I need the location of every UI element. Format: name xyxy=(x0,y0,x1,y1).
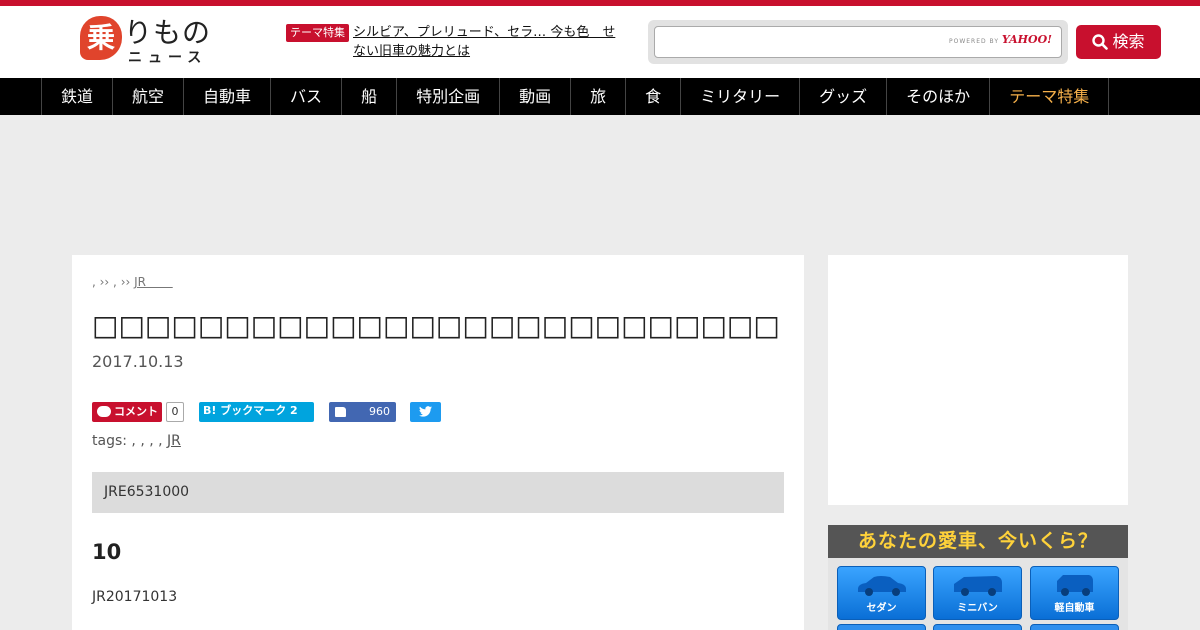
article-date: 2017.10.13 xyxy=(92,352,184,371)
article-title: □□□□□□□□□□□□□□□□□□□□□□□□□□□□□□JR□□□ xyxy=(92,309,782,342)
logo-wordmark: りもの xyxy=(124,16,212,49)
thumbs-up-icon xyxy=(335,407,346,417)
breadcrumb: , ›› , ›› JR xyxy=(92,275,173,289)
nav-item-goods[interactable]: グッズ xyxy=(800,78,888,115)
nav-item-food[interactable]: 食 xyxy=(626,78,682,115)
breadcrumb-separator: ›› xyxy=(120,275,131,289)
comment-label: コメント xyxy=(114,405,158,418)
twitter-bird-icon xyxy=(419,406,432,417)
search-icon xyxy=(1092,34,1109,50)
sedan-icon xyxy=(858,576,906,596)
powered-by-label: POWERED BY xyxy=(948,38,999,45)
logo-subtitle: ニュース xyxy=(128,50,208,66)
nav-item-aviation[interactable]: 航空 xyxy=(113,78,185,115)
car-type-kei-button[interactable]: 軽自動車 xyxy=(1030,566,1119,620)
breadcrumb-link-underline[interactable] xyxy=(146,275,173,289)
nav-item-cars[interactable]: 自動車 xyxy=(184,78,272,115)
site-header: 乗 りもの ニュース テーマ特集 シルビア、プレリュード、セラ… 今も色 せない… xyxy=(0,6,1200,78)
comment-button[interactable]: コメント xyxy=(92,402,162,422)
nav-item-travel[interactable]: 旅 xyxy=(571,78,627,115)
nav-item-bus[interactable]: バス xyxy=(271,78,343,115)
tags-label: tags: xyxy=(92,433,127,449)
theme-badge: テーマ特集 xyxy=(286,24,349,42)
car-type-sedan-button[interactable]: セダン xyxy=(837,566,926,620)
tag-list: tags: , , , , JR xyxy=(92,433,181,449)
car-widget-title: あなたの愛車、今いくら？ xyxy=(828,525,1128,558)
kei-label: 軽自動車 xyxy=(1054,603,1095,614)
article-main: , ›› , ›› JR □□□□□□□□□□□□□□□□□□□□□□□□□□□… xyxy=(72,255,804,630)
site-logo[interactable]: 乗 りもの ニュース xyxy=(80,16,212,66)
nav-item-others[interactable]: そのほか xyxy=(887,78,991,115)
breadcrumb-link-jr[interactable]: JR xyxy=(134,275,146,289)
nav-item-special[interactable]: 特別企画 xyxy=(397,78,501,115)
minivan-icon xyxy=(954,576,1002,596)
facebook-like-count: 960 xyxy=(369,405,390,418)
nav-item-ship[interactable]: 船 xyxy=(342,78,398,115)
theme-feature-link[interactable]: シルビア、プレリュード、セラ… 今も色 せない旧車の魅力とは xyxy=(353,23,628,61)
search-button-label: 検索 xyxy=(1112,32,1145,51)
twitter-share-button[interactable] xyxy=(410,402,441,422)
section-heading: 10 xyxy=(92,540,122,564)
article-body: JR20171013 xyxy=(92,589,178,605)
sidebar-ad-slot xyxy=(828,255,1128,505)
nav-item-theme[interactable]: テーマ特集 xyxy=(990,78,1110,115)
facebook-like-button[interactable]: 960 xyxy=(329,402,396,422)
main-nav: 鉄道 航空 自動車 バス 船 特別企画 動画 旅 食 ミリタリー グッズ そのほ… xyxy=(0,78,1200,115)
search-box: POWERED BY YAHOO! xyxy=(648,20,1068,64)
breadcrumb-separator: , ›› , xyxy=(92,275,117,289)
car-type-button-row2[interactable] xyxy=(837,624,926,630)
hatena-bookmark-button[interactable]: B! ブックマーク 2 xyxy=(199,402,314,422)
tag-separators: , , , , xyxy=(131,433,163,449)
yahoo-logo: YAHOO! xyxy=(1001,33,1052,46)
logo-mark: 乗 xyxy=(80,16,122,60)
article-lead: JRE6531000 xyxy=(92,472,784,513)
sedan-label: セダン xyxy=(866,603,897,614)
minivan-label: ミニバン xyxy=(957,603,998,614)
car-value-widget: あなたの愛車、今いくら？ セダン ミニバン 軽自動車 xyxy=(828,525,1128,630)
nav-item-video[interactable]: 動画 xyxy=(500,78,572,115)
comment-icon xyxy=(97,406,111,417)
tag-link-jr[interactable]: JR xyxy=(167,433,181,449)
car-type-button-row2[interactable] xyxy=(933,624,1022,630)
search-button[interactable]: 検索 xyxy=(1076,25,1161,59)
nav-item-military[interactable]: ミリタリー xyxy=(681,78,801,115)
comment-count: 0 xyxy=(166,402,184,422)
nav-item-railway[interactable]: 鉄道 xyxy=(42,78,114,115)
car-type-minivan-button[interactable]: ミニバン xyxy=(933,566,1022,620)
kei-car-icon xyxy=(1057,575,1093,596)
car-type-button-row2[interactable] xyxy=(1030,624,1119,630)
powered-by-yahoo: POWERED BY YAHOO! xyxy=(949,33,1052,46)
